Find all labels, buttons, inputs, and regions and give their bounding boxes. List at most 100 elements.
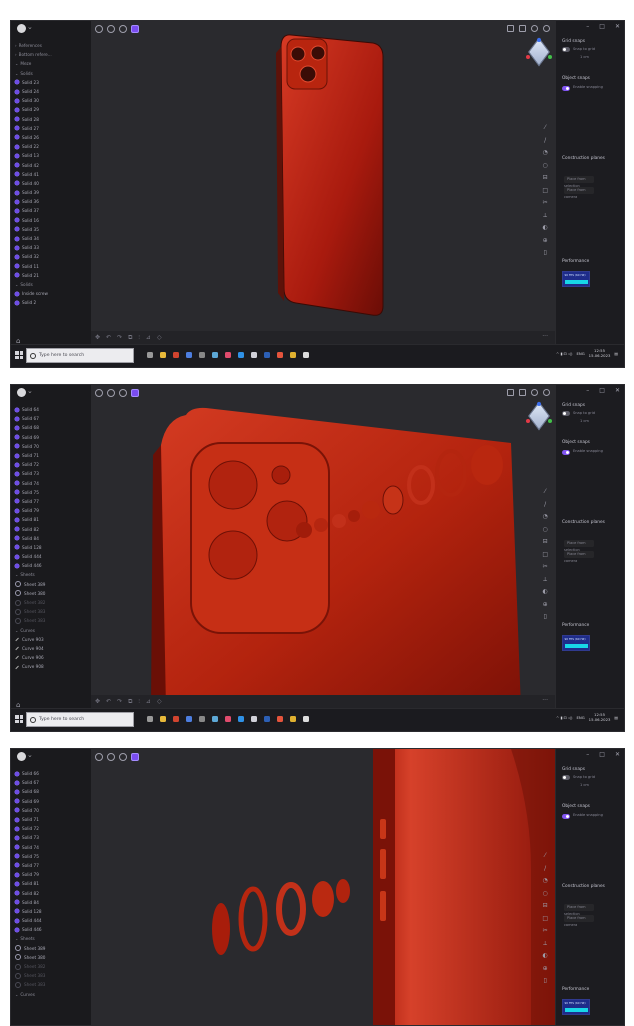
app-icon[interactable] (199, 716, 205, 722)
app-icon[interactable] (290, 352, 296, 358)
group-icon[interactable]: ⊕ (542, 237, 548, 244)
grid-size-value[interactable]: 1 cm (580, 419, 589, 423)
chevron-icon[interactable]: ⌄ (15, 936, 18, 941)
extrude-icon[interactable]: ⟂ (542, 576, 548, 583)
move-icon[interactable]: ✥ (95, 334, 100, 342)
tree-item[interactable]: Sheet 380 (15, 953, 87, 962)
tree-section[interactable]: › References (15, 41, 87, 50)
tree-section[interactable]: ⌄ Solids (15, 280, 87, 289)
tree-item[interactable]: Solid 40 (15, 179, 87, 188)
tree-item[interactable]: Solid 84 (15, 898, 87, 907)
tree-section[interactable]: › Bottom refere... (15, 50, 87, 59)
pen-icon[interactable]: ⁄ (542, 489, 548, 495)
tree-item[interactable]: Solid 81 (15, 515, 87, 524)
section-icon[interactable]: ◇ (157, 698, 162, 706)
maximize-icon[interactable]: □ (599, 387, 605, 394)
tree-item[interactable]: Solid 74 (15, 843, 87, 852)
chevron-icon[interactable]: › (15, 43, 17, 48)
viewport[interactable]: ⁄ / ◔ ○ ⊟ □ ✂ ⟂ ◐ ⊕ ▯ ✥ ↶ ↷ ⧉ ⫶ ⊿ ◇ ··· (91, 385, 556, 709)
move-icon[interactable]: ✥ (95, 698, 100, 706)
cylinder-icon[interactable]: ⊟ (542, 175, 548, 181)
redo-icon[interactable]: ↷ (117, 334, 122, 342)
tree-item[interactable]: Solid 77 (15, 861, 87, 870)
arc-icon[interactable]: ◔ (542, 878, 548, 884)
tree-item[interactable]: Solid 13 (15, 151, 87, 160)
chevron-down-icon[interactable]: ⌄ (27, 387, 33, 395)
tree-item[interactable]: Solid 2 (15, 298, 87, 307)
line-icon[interactable]: / (542, 865, 548, 872)
tree-item[interactable]: Solid 73 (15, 469, 87, 478)
circle-icon[interactable]: ○ (542, 162, 548, 169)
tree-item[interactable]: Sheet 383 (15, 616, 87, 625)
snap-grid-toggle[interactable] (562, 775, 570, 780)
tree-item[interactable]: Solid 70 (15, 442, 87, 451)
box-icon[interactable]: □ (542, 551, 548, 558)
app-icon[interactable] (225, 352, 231, 358)
place-from-selection-button[interactable]: Place from selection (564, 904, 594, 916)
tree-item[interactable]: Solid 16 (15, 216, 87, 225)
tree-item[interactable]: Solid 64 (15, 405, 87, 414)
chrome-icon[interactable] (277, 352, 283, 358)
tree-item[interactable]: Solid 33 (15, 243, 87, 252)
minimize-icon[interactable]: – (586, 23, 589, 30)
tray-icons[interactable]: ^ ▮ ⊡ ◁) (556, 351, 572, 356)
tree-item[interactable]: Solid 73 (15, 833, 87, 842)
tree-item[interactable]: Solid 41 (15, 170, 87, 179)
app-icon[interactable] (225, 716, 231, 722)
tree-item[interactable]: Solid 71 (15, 451, 87, 460)
tree-item[interactable]: Solid 72 (15, 824, 87, 833)
tree-item[interactable]: Solid 35 (15, 225, 87, 234)
tree-item[interactable]: Solid 30 (15, 96, 87, 105)
browser-icon[interactable] (186, 352, 192, 358)
tree-section[interactable]: ⌄ Solids (15, 69, 87, 78)
chevron-icon[interactable]: ⌄ (15, 992, 18, 997)
snap-grid-toggle[interactable] (562, 47, 570, 52)
chevron-icon[interactable]: ⌄ (15, 572, 18, 577)
settings-icon[interactable] (303, 352, 309, 358)
app-icon[interactable] (251, 352, 257, 358)
tree-item[interactable]: Solid 128 (15, 543, 87, 552)
group-icon[interactable]: ⊕ (542, 965, 548, 972)
align-icon[interactable]: ⫶ (138, 334, 140, 342)
delete-icon[interactable]: ▯ (542, 978, 548, 984)
tree-item[interactable]: Solid 75 (15, 852, 87, 861)
tree-item[interactable]: Solid 72 (15, 460, 87, 469)
task-view-icon[interactable] (147, 716, 153, 722)
tree-item[interactable]: Solid 11 (15, 262, 87, 271)
minimize-icon[interactable]: – (586, 387, 589, 394)
tree-item[interactable]: Solid 68 (15, 423, 87, 432)
notifications-icon[interactable]: ▤ (614, 351, 618, 356)
tree-item[interactable]: Solid 79 (15, 506, 87, 515)
chevron-down-icon[interactable]: ⌄ (27, 751, 33, 759)
tree-item[interactable]: Curve 906 (15, 653, 87, 662)
cut-icon[interactable]: ✂ (542, 928, 548, 934)
file-explorer-icon[interactable] (160, 716, 166, 722)
tree-item[interactable]: Sheet 382 (15, 962, 87, 971)
tree-item[interactable]: Solid 34 (15, 234, 87, 243)
tree-item[interactable]: Solid 69 (15, 797, 87, 806)
arc-icon[interactable]: ◔ (542, 514, 548, 520)
tree-item[interactable]: Curve 904 (15, 644, 87, 653)
tree-item[interactable]: Solid 82 (15, 524, 87, 533)
tree-item[interactable]: Solid 36 (15, 197, 87, 206)
delete-icon[interactable]: ▯ (542, 250, 548, 256)
tree-section[interactable]: ⌄ Curves (15, 990, 87, 999)
app-icon[interactable] (173, 716, 179, 722)
undo-icon[interactable]: ↶ (106, 698, 111, 706)
tree-item[interactable]: Solid 68 (15, 787, 87, 796)
redo-icon[interactable]: ↷ (117, 698, 122, 706)
tree-item[interactable]: Solid 67 (15, 414, 87, 423)
tree-item[interactable]: Solid 82 (15, 888, 87, 897)
chrome-icon[interactable] (277, 716, 283, 722)
minimize-icon[interactable]: – (586, 751, 589, 758)
tree-item[interactable]: Solid 28 (15, 115, 87, 124)
maximize-icon[interactable]: □ (599, 23, 605, 30)
viewport[interactable]: ⁄ / ◔ ○ ⊟ □ ✂ ⟂ ◐ ⊕ ▯ (91, 749, 556, 1025)
tree-item[interactable]: Inside screw (15, 289, 87, 298)
line-icon[interactable]: / (542, 137, 548, 144)
extrude-icon[interactable]: ⟂ (542, 940, 548, 947)
group-icon[interactable]: ⊕ (542, 601, 548, 608)
tree-item[interactable]: Solid 444 (15, 552, 87, 561)
tree-item[interactable]: Solid 23 (15, 78, 87, 87)
tree-section[interactable]: ⌄ Sheets (15, 570, 87, 579)
